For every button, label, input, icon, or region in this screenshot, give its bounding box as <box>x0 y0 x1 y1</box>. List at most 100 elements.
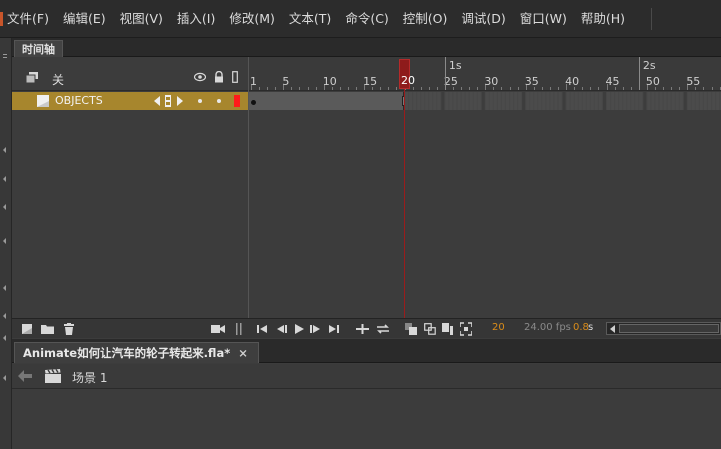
menu-window[interactable]: 窗口(W) <box>513 0 574 38</box>
frame-cell[interactable] <box>602 92 606 110</box>
strip-expand-icon[interactable] <box>3 204 6 210</box>
frame-cell[interactable] <box>457 92 461 110</box>
frame-cell[interactable] <box>413 92 417 110</box>
frame-cell[interactable] <box>538 92 542 110</box>
frame-cell[interactable] <box>582 92 586 110</box>
scene-label[interactable]: 场景 1 <box>72 369 107 386</box>
delete-icon[interactable] <box>63 322 75 336</box>
menu-insert[interactable]: 插入(I) <box>170 0 222 38</box>
menu-help[interactable]: 帮助(H) <box>574 0 632 38</box>
frame-cell[interactable] <box>530 92 534 110</box>
strip-expand-icon[interactable] <box>3 176 6 182</box>
frame-cell[interactable] <box>687 92 691 110</box>
tab-document[interactable]: Animate如何让汽车的轮子转起来.fla* × <box>14 342 259 363</box>
scroll-thumb[interactable] <box>619 324 719 333</box>
frame-cell[interactable] <box>445 92 449 110</box>
frame-cell[interactable] <box>598 92 602 110</box>
frame-cell[interactable] <box>683 92 687 110</box>
frame-cell[interactable] <box>421 92 425 110</box>
left-panel-strip[interactable] <box>0 38 12 449</box>
menu-control[interactable]: 控制(O) <box>396 0 455 38</box>
frame-cell[interactable] <box>566 92 570 110</box>
frame-cell[interactable] <box>405 92 408 110</box>
frame-cell[interactable] <box>526 92 530 110</box>
onion-skin-markers-icon[interactable] <box>154 95 184 107</box>
frame-cell[interactable] <box>635 92 639 110</box>
frame-cell[interactable] <box>409 92 413 110</box>
menu-edit[interactable]: 编辑(E) <box>56 0 113 38</box>
outline-icon[interactable] <box>232 71 238 83</box>
menu-file[interactable]: 文件(F) <box>0 0 56 38</box>
frame-cell[interactable] <box>522 92 526 110</box>
frame-span[interactable] <box>249 92 404 110</box>
frame-cell[interactable] <box>514 92 518 110</box>
frame-cell[interactable] <box>449 92 453 110</box>
frame-cell[interactable] <box>465 92 469 110</box>
layer-frames-objects[interactable] <box>249 92 721 110</box>
lock-toggle[interactable] <box>217 99 221 103</box>
frame-cell[interactable] <box>481 92 485 110</box>
frame-cell[interactable] <box>619 92 623 110</box>
frame-area[interactable] <box>249 111 721 318</box>
layer-name[interactable]: OBJECTS <box>55 94 103 107</box>
frame-cell[interactable] <box>578 92 582 110</box>
frame-cell[interactable] <box>534 92 538 110</box>
close-icon[interactable]: × <box>238 346 248 360</box>
frame-cell[interactable] <box>542 92 546 110</box>
menu-commands[interactable]: 命令(C) <box>338 0 395 38</box>
previous-frame-icon[interactable] <box>276 322 287 336</box>
frame-cell[interactable] <box>611 92 615 110</box>
frame-cell[interactable] <box>425 92 429 110</box>
frame-cell[interactable] <box>562 92 566 110</box>
frame-cell[interactable] <box>671 92 675 110</box>
frame-cell[interactable] <box>663 92 667 110</box>
frame-cell[interactable] <box>493 92 497 110</box>
frame-cell[interactable] <box>651 92 655 110</box>
frame-cell[interactable] <box>473 92 477 110</box>
frame-cell[interactable] <box>433 92 437 110</box>
modify-markers-icon[interactable] <box>460 322 472 336</box>
keyframe[interactable] <box>251 100 256 105</box>
menu-debug[interactable]: 调试(D) <box>454 0 512 38</box>
new-folder-icon[interactable] <box>41 322 54 336</box>
frame-cell[interactable] <box>441 92 445 110</box>
frame-cell[interactable] <box>506 92 509 110</box>
frame-cell[interactable] <box>518 92 522 110</box>
tab-timeline[interactable]: 时间轴 <box>14 40 63 57</box>
layer-row-objects[interactable]: OBJECTS <box>12 92 248 110</box>
menu-view[interactable]: 视图(V) <box>113 0 170 38</box>
frame-cell[interactable] <box>437 92 441 110</box>
frame-cell[interactable] <box>675 92 679 110</box>
frame-cell[interactable] <box>417 92 421 110</box>
frame-cell[interactable] <box>429 92 433 110</box>
fps-field[interactable]: 24.00 fps <box>524 322 571 333</box>
onion-skin-icon[interactable] <box>405 322 417 336</box>
frame-cell[interactable] <box>453 92 457 110</box>
frame-cell[interactable] <box>590 92 594 110</box>
frame-cell[interactable] <box>655 92 659 110</box>
frame-cell[interactable] <box>703 92 707 110</box>
frame-cell[interactable] <box>643 92 647 110</box>
frame-cell[interactable] <box>623 92 627 110</box>
frame-cell[interactable] <box>501 92 505 110</box>
frame-cell[interactable] <box>477 92 481 110</box>
scroll-left-icon[interactable] <box>610 325 615 333</box>
menu-text[interactable]: 文本(T) <box>282 0 338 38</box>
stage-area[interactable] <box>12 390 721 449</box>
empty-frame-cells[interactable] <box>405 92 721 110</box>
frame-cell[interactable] <box>691 92 695 110</box>
center-frame-icon[interactable] <box>356 322 369 336</box>
frame-cell[interactable] <box>461 92 465 110</box>
new-layer-icon[interactable] <box>22 322 34 336</box>
elapsed-time-field[interactable]: 0.8 <box>573 322 589 333</box>
frame-cell[interactable] <box>546 92 550 110</box>
strip-expand-icon[interactable] <box>3 375 6 381</box>
frame-cell[interactable] <box>594 92 598 110</box>
frame-cell[interactable] <box>716 92 720 110</box>
onion-skin-outlines-icon[interactable] <box>424 322 436 336</box>
edit-multiple-frames-icon[interactable] <box>442 322 454 336</box>
frame-cell[interactable] <box>695 92 699 110</box>
frame-cell[interactable] <box>615 92 619 110</box>
frame-cell[interactable] <box>627 92 631 110</box>
frame-cell[interactable] <box>679 92 683 110</box>
